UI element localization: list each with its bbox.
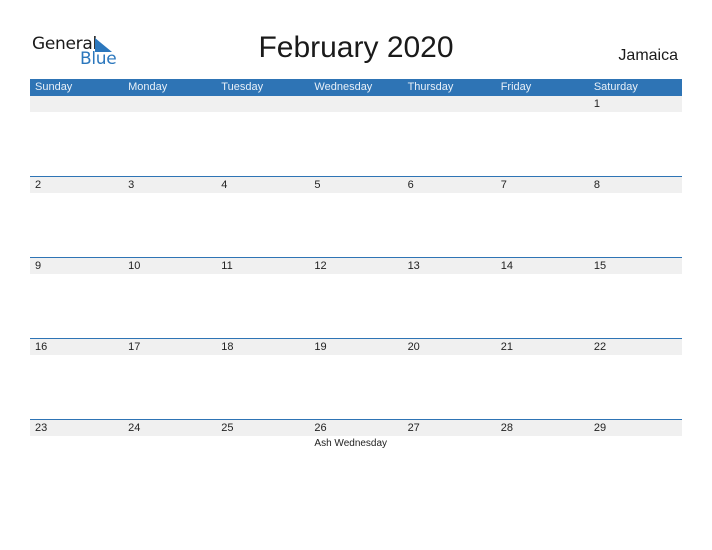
day-number: 7 bbox=[500, 179, 507, 191]
day-number: 13 bbox=[407, 260, 420, 272]
weekday-saturday: Saturday bbox=[593, 81, 638, 93]
week-row: 16 17 18 19 20 21 22 bbox=[30, 338, 682, 420]
day-cell: 17 bbox=[123, 339, 216, 420]
day-cell: 8 bbox=[589, 177, 682, 258]
day-number: 23 bbox=[35, 422, 48, 434]
day-number: 10 bbox=[128, 260, 141, 272]
weekday-sunday: Sunday bbox=[35, 81, 73, 93]
day-number: 11 bbox=[221, 260, 233, 272]
day-cell: 3 bbox=[123, 177, 216, 258]
day-cell bbox=[403, 96, 496, 177]
day-cell bbox=[123, 96, 216, 177]
day-cell: 11 bbox=[216, 258, 309, 339]
day-number: 26 bbox=[314, 422, 327, 434]
day-cell: 29 bbox=[589, 420, 682, 501]
day-number: 27 bbox=[407, 422, 420, 434]
day-cell: 19 bbox=[309, 339, 402, 420]
day-cell: 10 bbox=[123, 258, 216, 339]
day-number: 3 bbox=[128, 179, 135, 191]
day-number: 17 bbox=[128, 341, 141, 353]
day-cell: 12 bbox=[309, 258, 402, 339]
day-number: 29 bbox=[593, 422, 607, 434]
day-cell: 14 bbox=[496, 258, 589, 339]
week-row: 9 10 11 12 13 14 15 bbox=[30, 257, 682, 339]
week-row: 1 bbox=[30, 96, 682, 177]
day-cell: 2 bbox=[30, 177, 123, 258]
day-cell: 26 Ash Wednesday bbox=[309, 420, 402, 501]
day-cell: 4 bbox=[216, 177, 309, 258]
day-cell bbox=[30, 96, 123, 177]
weekday-wednesday: Wednesday bbox=[314, 81, 373, 93]
day-cell: 18 bbox=[216, 339, 309, 420]
day-number: 15 bbox=[593, 260, 607, 272]
weekday-tuesday: Tuesday bbox=[221, 81, 264, 93]
weekday-monday: Monday bbox=[128, 81, 168, 93]
day-cell: 23 bbox=[30, 420, 123, 501]
day-number: 2 bbox=[35, 179, 42, 191]
day-number: 21 bbox=[500, 341, 513, 353]
day-cell: 13 bbox=[403, 258, 496, 339]
day-cell: 7 bbox=[496, 177, 589, 258]
day-cell: 28 bbox=[496, 420, 589, 501]
day-cell: 24 bbox=[123, 420, 216, 501]
day-number: 6 bbox=[407, 179, 414, 191]
day-cell: 27 bbox=[403, 420, 496, 501]
day-cell: 20 bbox=[403, 339, 496, 420]
day-cell bbox=[216, 96, 309, 177]
day-number: 5 bbox=[314, 179, 321, 191]
day-cell: 15 bbox=[589, 258, 682, 339]
day-number: 8 bbox=[593, 179, 600, 191]
day-number: 1 bbox=[593, 98, 600, 110]
week-row: 2 3 4 5 6 7 8 bbox=[30, 176, 682, 258]
calendar-title: February 2020 bbox=[258, 31, 454, 64]
day-cell: 6 bbox=[403, 177, 496, 258]
day-cell bbox=[309, 96, 402, 177]
day-number: 22 bbox=[593, 341, 607, 353]
day-number: 4 bbox=[221, 179, 228, 191]
day-cell: 5 bbox=[309, 177, 402, 258]
day-cell: 16 bbox=[30, 339, 123, 420]
day-number: 14 bbox=[500, 260, 513, 272]
day-number: 9 bbox=[35, 260, 42, 272]
weekday-thursday: Thursday bbox=[407, 81, 454, 93]
day-cell: 22 bbox=[589, 339, 682, 420]
day-number: 24 bbox=[128, 422, 141, 434]
day-number: 28 bbox=[500, 422, 513, 434]
week-row: 23 24 25 26 Ash Wednesday 27 28 29 bbox=[30, 419, 682, 501]
day-cell: 9 bbox=[30, 258, 123, 339]
day-number: 20 bbox=[407, 341, 420, 353]
day-number: 18 bbox=[221, 341, 234, 353]
day-cell: 1 bbox=[589, 96, 682, 177]
holiday-label: Ash Wednesday bbox=[314, 438, 388, 449]
weekday-friday: Friday bbox=[500, 81, 532, 93]
day-number: 16 bbox=[35, 341, 48, 353]
weekday-header: Sunday Monday Tuesday Wednesday Thursday Frid… bbox=[30, 79, 682, 96]
day-cell: 25 bbox=[216, 420, 309, 501]
day-cell: 21 bbox=[496, 339, 589, 420]
country-label: Jamaica bbox=[618, 47, 678, 64]
day-number: 19 bbox=[314, 341, 327, 353]
day-number: 25 bbox=[221, 422, 234, 434]
day-number: 12 bbox=[314, 260, 327, 272]
day-cell bbox=[496, 96, 589, 177]
